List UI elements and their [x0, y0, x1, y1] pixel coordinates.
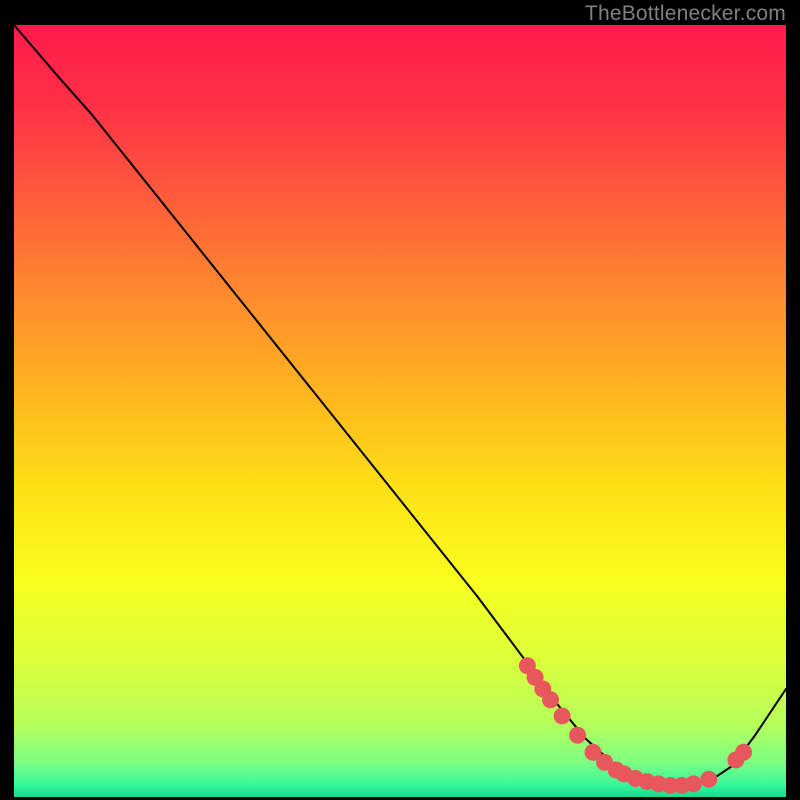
- marker-dot: [554, 707, 571, 724]
- marker-dot: [569, 727, 586, 744]
- watermark-text: TheBottlenecker.com: [585, 2, 786, 26]
- marker-dot: [735, 744, 752, 761]
- chart-background: [14, 25, 786, 797]
- marker-dot: [700, 771, 717, 788]
- chart-canvas: [14, 25, 786, 797]
- chart-frame: [14, 25, 786, 797]
- marker-dot: [542, 691, 559, 708]
- marker-dot: [685, 775, 702, 792]
